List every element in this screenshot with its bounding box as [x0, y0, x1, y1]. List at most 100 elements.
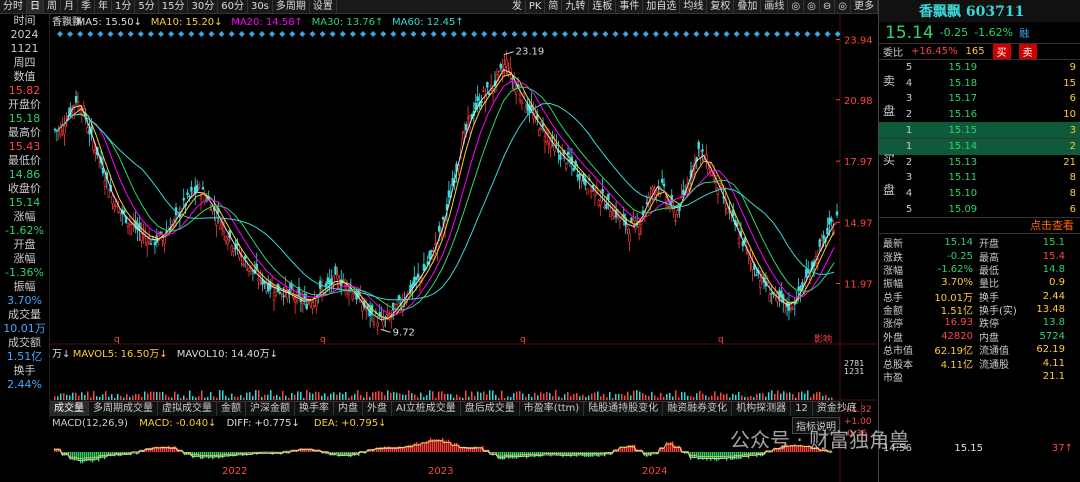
event-marker[interactable] — [117, 31, 124, 37]
event-marker[interactable] — [319, 31, 326, 37]
sell-button[interactable]: 卖 — [1018, 44, 1037, 59]
bids-level-4[interactable]: 4 15.10 8 — [879, 186, 1080, 202]
toolbar-button-1[interactable]: PK — [526, 0, 546, 13]
toolbar-button-10[interactable]: 画线 — [761, 0, 789, 13]
event-marker[interactable] — [562, 31, 568, 37]
event-marker[interactable] — [208, 31, 215, 37]
period-tab-5[interactable]: 年 — [95, 0, 112, 13]
event-marker[interactable] — [733, 31, 740, 37]
toolbar-button-0[interactable]: 发 — [509, 0, 526, 13]
toolbar-button-3[interactable]: 九转 — [562, 0, 590, 13]
period-tab-3[interactable]: 月 — [61, 0, 78, 13]
bids-level-1[interactable]: 1 15.14 2 — [879, 138, 1080, 155]
indicator-tab-4[interactable]: 沪深金额 — [246, 402, 295, 416]
event-marker[interactable] — [137, 31, 144, 37]
asks-level-4[interactable]: 4 15.18 15 — [879, 76, 1080, 92]
toolbar-button-11[interactable]: ◎ — [788, 0, 805, 13]
bids-level-3[interactable]: 3 15.11 8 — [879, 170, 1080, 186]
event-marker[interactable] — [410, 31, 417, 37]
event-marker[interactable] — [753, 31, 760, 37]
event-marker[interactable] — [430, 31, 437, 37]
event-marker[interactable] — [541, 31, 548, 37]
event-marker[interactable] — [370, 31, 377, 37]
event-marker[interactable] — [329, 31, 336, 37]
event-marker[interactable] — [622, 31, 629, 37]
event-marker[interactable] — [774, 31, 781, 37]
indicator-tab-5[interactable]: 换手率 — [295, 402, 334, 416]
period-tab-11[interactable]: 30s — [248, 0, 273, 13]
event-marker[interactable] — [602, 31, 609, 37]
event-marker[interactable] — [299, 31, 306, 37]
event-marker[interactable] — [77, 31, 84, 37]
asks-level-3[interactable]: 3 15.17 6 — [879, 91, 1080, 107]
event-marker[interactable] — [743, 31, 750, 37]
view-details-link[interactable]: 点击查看 — [879, 218, 1080, 234]
event-marker[interactable] — [248, 31, 255, 37]
event-marker[interactable] — [693, 31, 700, 37]
event-marker[interactable] — [521, 31, 528, 37]
event-marker[interactable] — [127, 31, 134, 37]
event-marker[interactable] — [259, 31, 265, 37]
event-marker[interactable] — [642, 31, 649, 37]
period-tab-4[interactable]: 季 — [78, 0, 95, 13]
toolbar-button-2[interactable]: 简 — [545, 0, 563, 13]
event-marker[interactable] — [784, 31, 791, 37]
event-marker[interactable] — [390, 31, 397, 37]
event-marker[interactable] — [360, 31, 366, 37]
event-marker[interactable] — [652, 31, 659, 37]
event-marker[interactable] — [471, 31, 478, 37]
period-tab-8[interactable]: 15分 — [159, 0, 189, 13]
toolbar-button-14[interactable]: ◎ — [835, 0, 851, 13]
indicator-tab-0[interactable]: 成交量 — [50, 402, 89, 416]
event-marker[interactable] — [572, 31, 579, 37]
event-marker[interactable] — [147, 31, 154, 37]
asks-level-5[interactable]: 5 15.19 9 — [879, 60, 1080, 76]
indicator-tab-13[interactable]: 机构探测器 — [732, 402, 792, 416]
event-marker[interactable] — [218, 31, 225, 37]
event-marker[interactable] — [511, 31, 518, 37]
event-marker[interactable] — [461, 31, 467, 37]
indicator-tab-3[interactable]: 金额 — [217, 402, 246, 416]
event-marker[interactable] — [178, 31, 185, 37]
period-tab-9[interactable]: 30分 — [188, 0, 219, 13]
event-marker[interactable] — [531, 31, 538, 37]
event-marker[interactable] — [87, 31, 94, 37]
event-marker[interactable] — [663, 31, 669, 37]
event-marker[interactable] — [188, 31, 195, 37]
event-marker[interactable] — [824, 31, 831, 37]
event-marker[interactable] — [349, 31, 356, 37]
period-tab-0[interactable]: 分时 — [0, 0, 27, 13]
period-tab-10[interactable]: 60分 — [218, 0, 248, 13]
indicator-help-button[interactable]: 指标说明 — [792, 417, 840, 434]
toolbar-button-7[interactable]: 均线 — [680, 0, 708, 13]
indicator-tab-9[interactable]: 盘后成交量 — [461, 402, 520, 416]
event-marker[interactable] — [713, 31, 720, 37]
event-marker[interactable] — [198, 31, 205, 37]
asks-level-1[interactable]: 1 15.15 3 — [879, 122, 1080, 138]
toolbar-button-13[interactable]: ⊖ — [820, 0, 836, 13]
event-marker[interactable] — [67, 31, 74, 37]
period-tab-13[interactable]: 设置 — [310, 0, 337, 13]
indicator-tab-1[interactable]: 多周期成交量 — [89, 402, 158, 416]
event-marker[interactable] — [703, 31, 710, 37]
event-marker[interactable] — [723, 31, 730, 37]
event-marker[interactable] — [481, 31, 488, 37]
event-marker[interactable] — [491, 31, 498, 37]
toolbar-button-8[interactable]: 复权 — [707, 0, 735, 13]
toolbar-button-6[interactable]: 加自选 — [643, 0, 681, 13]
event-marker[interactable] — [592, 31, 599, 37]
event-marker[interactable] — [107, 31, 114, 37]
toolbar-button-5[interactable]: 事件 — [616, 0, 644, 13]
event-marker[interactable] — [228, 31, 235, 37]
toolbar-button-12[interactable]: ◎ — [804, 0, 820, 13]
event-marker[interactable] — [440, 31, 447, 37]
event-marker[interactable] — [400, 31, 407, 37]
event-marker[interactable] — [501, 31, 508, 37]
event-marker[interactable] — [551, 31, 558, 37]
event-marker[interactable] — [158, 31, 164, 37]
indicator-tab-6[interactable]: 内盘 — [334, 402, 363, 416]
indicator-tab-2[interactable]: 虚拟成交量 — [158, 402, 217, 416]
event-marker[interactable] — [57, 31, 63, 37]
period-tab-12[interactable]: 多周期 — [273, 0, 310, 13]
event-marker[interactable] — [339, 31, 346, 37]
